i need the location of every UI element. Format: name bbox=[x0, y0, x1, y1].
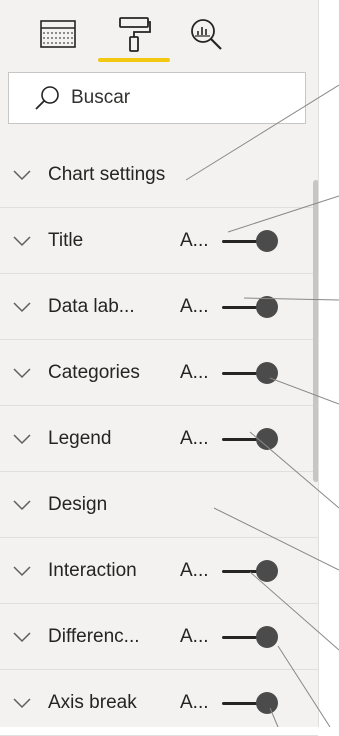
toggle-switch[interactable] bbox=[222, 296, 280, 318]
format-sections: Chart settings Title A... Data lab... A... Ca… bbox=[0, 142, 318, 736]
toggle-switch[interactable] bbox=[222, 362, 280, 384]
toggle-knob bbox=[256, 296, 278, 318]
section-chart-settings[interactable]: Chart settings bbox=[0, 142, 318, 208]
chevron-down-icon[interactable] bbox=[12, 498, 32, 512]
toggle-switch[interactable] bbox=[222, 692, 280, 714]
section-label: Axis break bbox=[48, 692, 137, 713]
toggle-switch[interactable] bbox=[222, 560, 280, 582]
section-label: Design bbox=[48, 494, 108, 515]
chevron-down-icon[interactable] bbox=[12, 630, 32, 644]
section-categories[interactable]: Categories A... bbox=[0, 340, 318, 406]
toggle-switch[interactable] bbox=[222, 230, 280, 252]
canvas-edge bbox=[318, 0, 339, 727]
table-icon[interactable] bbox=[36, 14, 80, 54]
search-icon bbox=[35, 86, 59, 110]
section-data-lab[interactable]: Data lab... A... bbox=[0, 274, 318, 340]
active-tab-indicator bbox=[98, 58, 170, 62]
section-label: Data lab... bbox=[48, 296, 135, 317]
section-interaction[interactable]: Interaction A... bbox=[0, 538, 318, 604]
section-axis-break[interactable]: Axis break A... bbox=[0, 670, 318, 736]
toggle-knob bbox=[256, 428, 278, 450]
section-title[interactable]: Title A... bbox=[0, 208, 318, 274]
search-input[interactable] bbox=[71, 87, 291, 109]
toggle-switch[interactable] bbox=[222, 626, 280, 648]
section-value: A... bbox=[180, 362, 209, 383]
section-label: Differenc... bbox=[48, 626, 140, 647]
chevron-down-icon[interactable] bbox=[12, 366, 32, 380]
section-value: A... bbox=[180, 428, 209, 449]
format-pane: Chart settingsTitleA...Data lab...A...Ca… bbox=[0, 0, 319, 736]
section-label: Legend bbox=[48, 428, 112, 449]
section-value: A... bbox=[180, 560, 209, 581]
section-value: A... bbox=[180, 692, 209, 713]
toggle-switch[interactable] bbox=[222, 428, 280, 450]
section-label: Interaction bbox=[48, 560, 137, 581]
toggle-knob bbox=[256, 692, 278, 714]
section-value: A... bbox=[180, 296, 209, 317]
chevron-down-icon[interactable] bbox=[12, 300, 32, 314]
section-value: A... bbox=[180, 626, 209, 647]
section-label: Categories bbox=[48, 362, 140, 383]
chevron-down-icon[interactable] bbox=[12, 234, 32, 248]
toggle-knob bbox=[256, 230, 278, 252]
chevron-down-icon[interactable] bbox=[12, 168, 32, 182]
magnifier-chart-icon[interactable] bbox=[184, 14, 228, 54]
pane-tabs bbox=[0, 0, 318, 66]
section-label: Title bbox=[48, 230, 84, 251]
chevron-down-icon[interactable] bbox=[12, 564, 32, 578]
section-legend[interactable]: Legend A... bbox=[0, 406, 318, 472]
section-differenc[interactable]: Differenc... A... bbox=[0, 604, 318, 670]
toggle-knob bbox=[256, 626, 278, 648]
section-value: A... bbox=[180, 230, 209, 251]
toggle-knob bbox=[256, 560, 278, 582]
chevron-down-icon[interactable] bbox=[12, 432, 32, 446]
section-label: Chart settings bbox=[48, 164, 166, 185]
search-box[interactable] bbox=[8, 72, 306, 124]
section-design[interactable]: Design bbox=[0, 472, 318, 538]
paint-roller-icon[interactable] bbox=[112, 14, 156, 54]
chevron-down-icon[interactable] bbox=[12, 696, 32, 710]
toggle-knob bbox=[256, 362, 278, 384]
